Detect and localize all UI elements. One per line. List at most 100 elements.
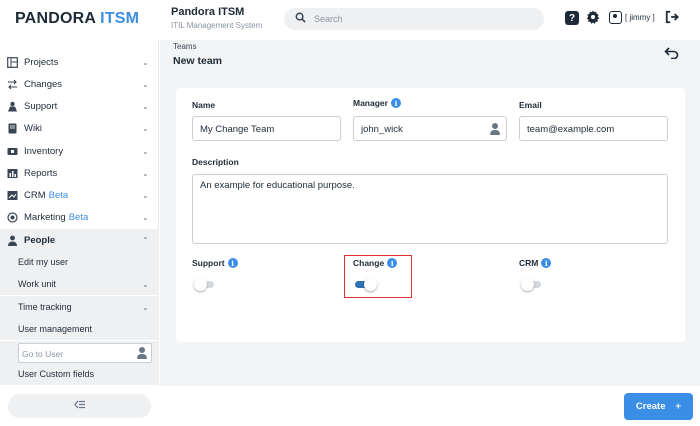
email-field[interactable] bbox=[519, 116, 668, 141]
name-field[interactable] bbox=[192, 116, 341, 141]
app-title: Pandora ITSM bbox=[171, 6, 245, 18]
crm-field-label: CRM i bbox=[519, 258, 552, 268]
name-input[interactable] bbox=[200, 122, 325, 136]
sidebar-item-projects[interactable]: Projects ⌄ bbox=[0, 51, 159, 73]
username: [ jimmy ] bbox=[625, 13, 655, 22]
chevron-down-icon: ⌄ bbox=[142, 79, 149, 89]
search-bar[interactable] bbox=[284, 8, 544, 30]
sidebar-subitem-label: Edit my user bbox=[18, 257, 69, 267]
chevron-down-icon: ⌄ bbox=[142, 279, 149, 289]
sidebar-item-label: Support bbox=[24, 100, 58, 112]
page-title: New team bbox=[173, 55, 223, 67]
chevron-down-icon: ⌄ bbox=[142, 212, 149, 222]
sidebar-item-label: Inventory bbox=[24, 145, 64, 157]
reports-icon bbox=[7, 168, 18, 179]
sidebar-item-wiki[interactable]: Wiki ⌄ bbox=[0, 117, 159, 139]
sidebar-item-label: Wiki bbox=[24, 122, 42, 134]
marketing-label: Marketing bbox=[24, 211, 66, 223]
marketing-icon bbox=[7, 211, 18, 223]
create-button[interactable]: Create + bbox=[624, 393, 693, 420]
sidebar-subitem-label: User Custom fields bbox=[18, 369, 95, 379]
app-logo[interactable]: PANDORA ITSM bbox=[15, 10, 139, 28]
info-icon[interactable]: i bbox=[390, 98, 401, 108]
sidebar-item-support[interactable]: Support ⌄ bbox=[0, 95, 159, 117]
sidebar-subitem-label: Work unit bbox=[18, 279, 56, 289]
toggle-knob bbox=[521, 278, 534, 291]
manager-label: Manager i bbox=[353, 98, 401, 108]
user-menu[interactable]: [ jimmy ] bbox=[609, 11, 655, 24]
chevron-down-icon: ⌄ bbox=[142, 168, 149, 178]
info-icon[interactable]: i bbox=[227, 258, 238, 268]
sidebar-item-reports[interactable]: Reports ⌄ bbox=[0, 162, 159, 184]
goto-user-input[interactable] bbox=[22, 347, 132, 360]
create-label: Create bbox=[635, 401, 666, 412]
search-input[interactable] bbox=[314, 11, 534, 27]
support-label: Support i bbox=[192, 258, 238, 268]
sidebar-subitem-edit-my-user[interactable]: Edit my user bbox=[0, 251, 159, 273]
description-label: Description bbox=[192, 157, 239, 167]
crm-label: CRM bbox=[24, 189, 46, 201]
collapse-icon bbox=[73, 400, 86, 412]
manager-field[interactable] bbox=[353, 116, 507, 141]
breadcrumb[interactable]: Teams bbox=[173, 42, 197, 51]
chevron-down-icon: ⌄ bbox=[142, 190, 149, 200]
sidebar-subitem-time-tracking[interactable]: Time tracking ⌄ bbox=[0, 296, 159, 318]
info-icon[interactable]: i bbox=[541, 258, 552, 268]
chevron-down-icon: ⌄ bbox=[142, 123, 149, 133]
sidebar-item-label: CRM Beta bbox=[24, 190, 68, 201]
description-field[interactable]: An example for educational purpose. bbox=[192, 174, 668, 244]
changes-icon bbox=[7, 79, 18, 90]
sidebar-subitem-label: User management bbox=[18, 324, 93, 334]
sidebar-item-marketing[interactable]: Marketing Beta ⌄ bbox=[0, 206, 159, 228]
top-header: PANDORA ITSM Pandora ITSM ITIL Managemen… bbox=[0, 0, 700, 40]
email-label: Email bbox=[519, 100, 542, 110]
logo-accent-text: ITSM bbox=[100, 10, 140, 27]
manager-input[interactable] bbox=[361, 122, 491, 136]
gear-icon[interactable] bbox=[586, 10, 600, 24]
search-icon bbox=[295, 12, 306, 26]
sidebar-item-changes[interactable]: Changes ⌄ bbox=[0, 73, 159, 95]
sidebar-subitem-work-unit[interactable]: Work unit ⌄ bbox=[0, 273, 159, 295]
beta-badge: Beta bbox=[68, 211, 89, 223]
crm-toggle[interactable] bbox=[521, 278, 543, 291]
crm-label-text: CRM bbox=[519, 258, 539, 268]
support-label-text: Support bbox=[192, 258, 225, 268]
name-label: Name bbox=[192, 100, 216, 110]
collapse-sidebar-button[interactable] bbox=[8, 394, 151, 418]
chevron-down-icon: ⌄ bbox=[142, 101, 149, 111]
inventory-icon bbox=[7, 146, 18, 157]
sidebar-subitem-user-custom-fields[interactable]: User Custom fields bbox=[0, 363, 159, 385]
plus-icon: + bbox=[675, 401, 682, 412]
crm-icon bbox=[7, 190, 18, 201]
wiki-icon bbox=[7, 123, 18, 134]
sidebar-item-label: Changes bbox=[24, 78, 63, 90]
chevron-up-icon: ⌃ bbox=[142, 235, 149, 245]
team-form-card: Name Manager i Email Description An exam… bbox=[176, 88, 685, 342]
sidebar-item-crm[interactable]: CRM Beta ⌄ bbox=[0, 184, 159, 206]
app-subtitle: ITIL Management System bbox=[171, 21, 263, 30]
sidebar-item-label: Reports bbox=[24, 167, 58, 179]
email-input[interactable] bbox=[527, 122, 652, 136]
change-highlight-box bbox=[344, 255, 412, 298]
logout-icon[interactable] bbox=[665, 10, 679, 24]
sidebar-item-inventory[interactable]: Inventory ⌄ bbox=[0, 140, 159, 162]
beta-badge: Beta bbox=[48, 189, 69, 201]
projects-icon bbox=[7, 56, 18, 68]
support-toggle[interactable] bbox=[194, 278, 216, 291]
sidebar-item-label: Marketing Beta bbox=[24, 212, 88, 223]
person-icon[interactable] bbox=[490, 123, 500, 135]
bottom-action-bar bbox=[160, 386, 700, 426]
sidebar-item-people[interactable]: People ⌃ bbox=[0, 229, 159, 251]
help-icon[interactable]: ? bbox=[565, 11, 579, 25]
main-content: Teams New team Name Manager i Email Desc… bbox=[160, 40, 700, 386]
sidebar-subitem-label: Time tracking bbox=[18, 302, 72, 312]
sidebar-item-label: People bbox=[24, 234, 56, 246]
manager-label-text: Manager bbox=[353, 98, 388, 108]
sidebar-subitem-user-management[interactable]: User management bbox=[0, 318, 159, 340]
back-arrow-icon[interactable] bbox=[664, 46, 679, 63]
user-avatar-icon bbox=[609, 11, 622, 24]
goto-user-field[interactable] bbox=[18, 343, 152, 363]
support-icon bbox=[7, 101, 18, 112]
description-textarea[interactable]: An example for educational purpose. bbox=[200, 180, 660, 238]
logo-text: PANDORA bbox=[15, 10, 96, 27]
